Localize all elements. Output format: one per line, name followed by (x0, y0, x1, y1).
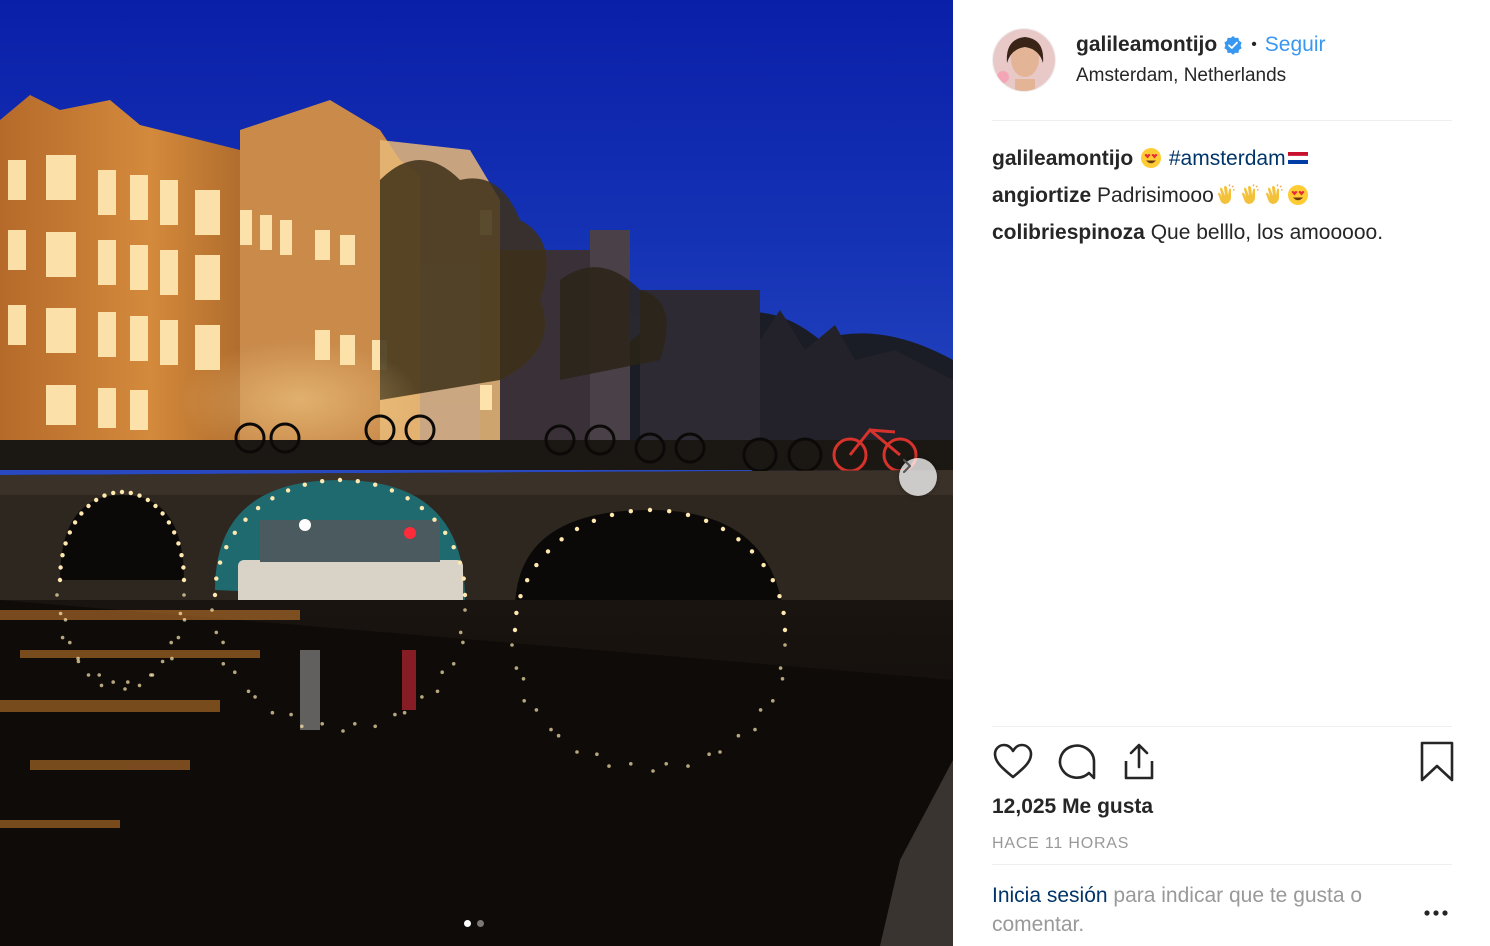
clap-emoji-icon (1265, 184, 1283, 204)
hashtag-link[interactable]: #amsterdam (1169, 147, 1286, 170)
comment-author[interactable]: angiortize (992, 184, 1091, 207)
comment-author[interactable]: colibriespinoza (992, 221, 1145, 244)
bookmark-icon (1420, 741, 1454, 782)
login-prompt: Inicia sesión para indicar que te gusta … (992, 881, 1412, 939)
heart-icon (993, 743, 1033, 779)
clap-emoji-icon (1217, 184, 1235, 204)
header-divider (992, 120, 1452, 121)
comment-button[interactable] (1056, 741, 1098, 783)
post-photo[interactable] (0, 0, 953, 946)
comment-text: Que belllo, los amooooo. (1150, 221, 1384, 244)
share-button[interactable] (1118, 741, 1160, 783)
heart-eyes-emoji-icon (1287, 185, 1308, 205)
location-link[interactable]: Amsterdam, Netherlands (1076, 65, 1286, 87)
heart-eyes-emoji-icon (1141, 148, 1162, 168)
comment-icon (1058, 744, 1096, 780)
more-dots-icon (1424, 910, 1448, 916)
amsterdam-canal-image (0, 0, 953, 946)
comments-list: galileamontijo #amsterdam angiortize Pad… (992, 140, 1452, 251)
footer-divider (992, 864, 1452, 865)
separator-dot: • (1251, 36, 1257, 53)
post-side-panel: galileamontijo • Seguir Amsterdam, Nethe… (953, 0, 1490, 946)
action-bar (992, 741, 1454, 783)
comment-author[interactable]: galileamontijo (992, 147, 1133, 170)
verified-badge-icon (1224, 36, 1242, 55)
profile-photo (993, 29, 1055, 91)
follow-button[interactable]: Seguir (1265, 33, 1326, 57)
chevron-right-icon (902, 458, 912, 474)
clap-emoji-icon (1241, 184, 1259, 204)
next-slide-button[interactable] (899, 458, 937, 496)
avatar[interactable] (992, 28, 1056, 92)
actions-divider (992, 726, 1452, 727)
share-icon (1124, 743, 1154, 780)
netherlands-flag-icon (1287, 152, 1308, 164)
likes-count[interactable]: 12,025 Me gusta (992, 795, 1153, 819)
carousel-dot-active (464, 920, 471, 927)
save-button[interactable] (1416, 741, 1458, 783)
login-link[interactable]: Inicia sesión (992, 884, 1108, 907)
post-header: galileamontijo • Seguir Amsterdam, Nethe… (992, 28, 1452, 92)
comment: angiortize Padrisimooo (992, 177, 1452, 214)
comment-text: Padrisimooo (1097, 184, 1214, 207)
post-timestamp[interactable]: HACE 11 HORAS (992, 835, 1129, 853)
carousel-indicator (464, 920, 484, 927)
like-button[interactable] (992, 741, 1034, 783)
username-link[interactable]: galileamontijo (1076, 33, 1217, 57)
carousel-dot (477, 920, 484, 927)
more-options-button[interactable] (1422, 905, 1450, 921)
comment: colibriespinoza Que belllo, los amooooo. (992, 214, 1452, 251)
caption: galileamontijo #amsterdam (992, 140, 1452, 177)
